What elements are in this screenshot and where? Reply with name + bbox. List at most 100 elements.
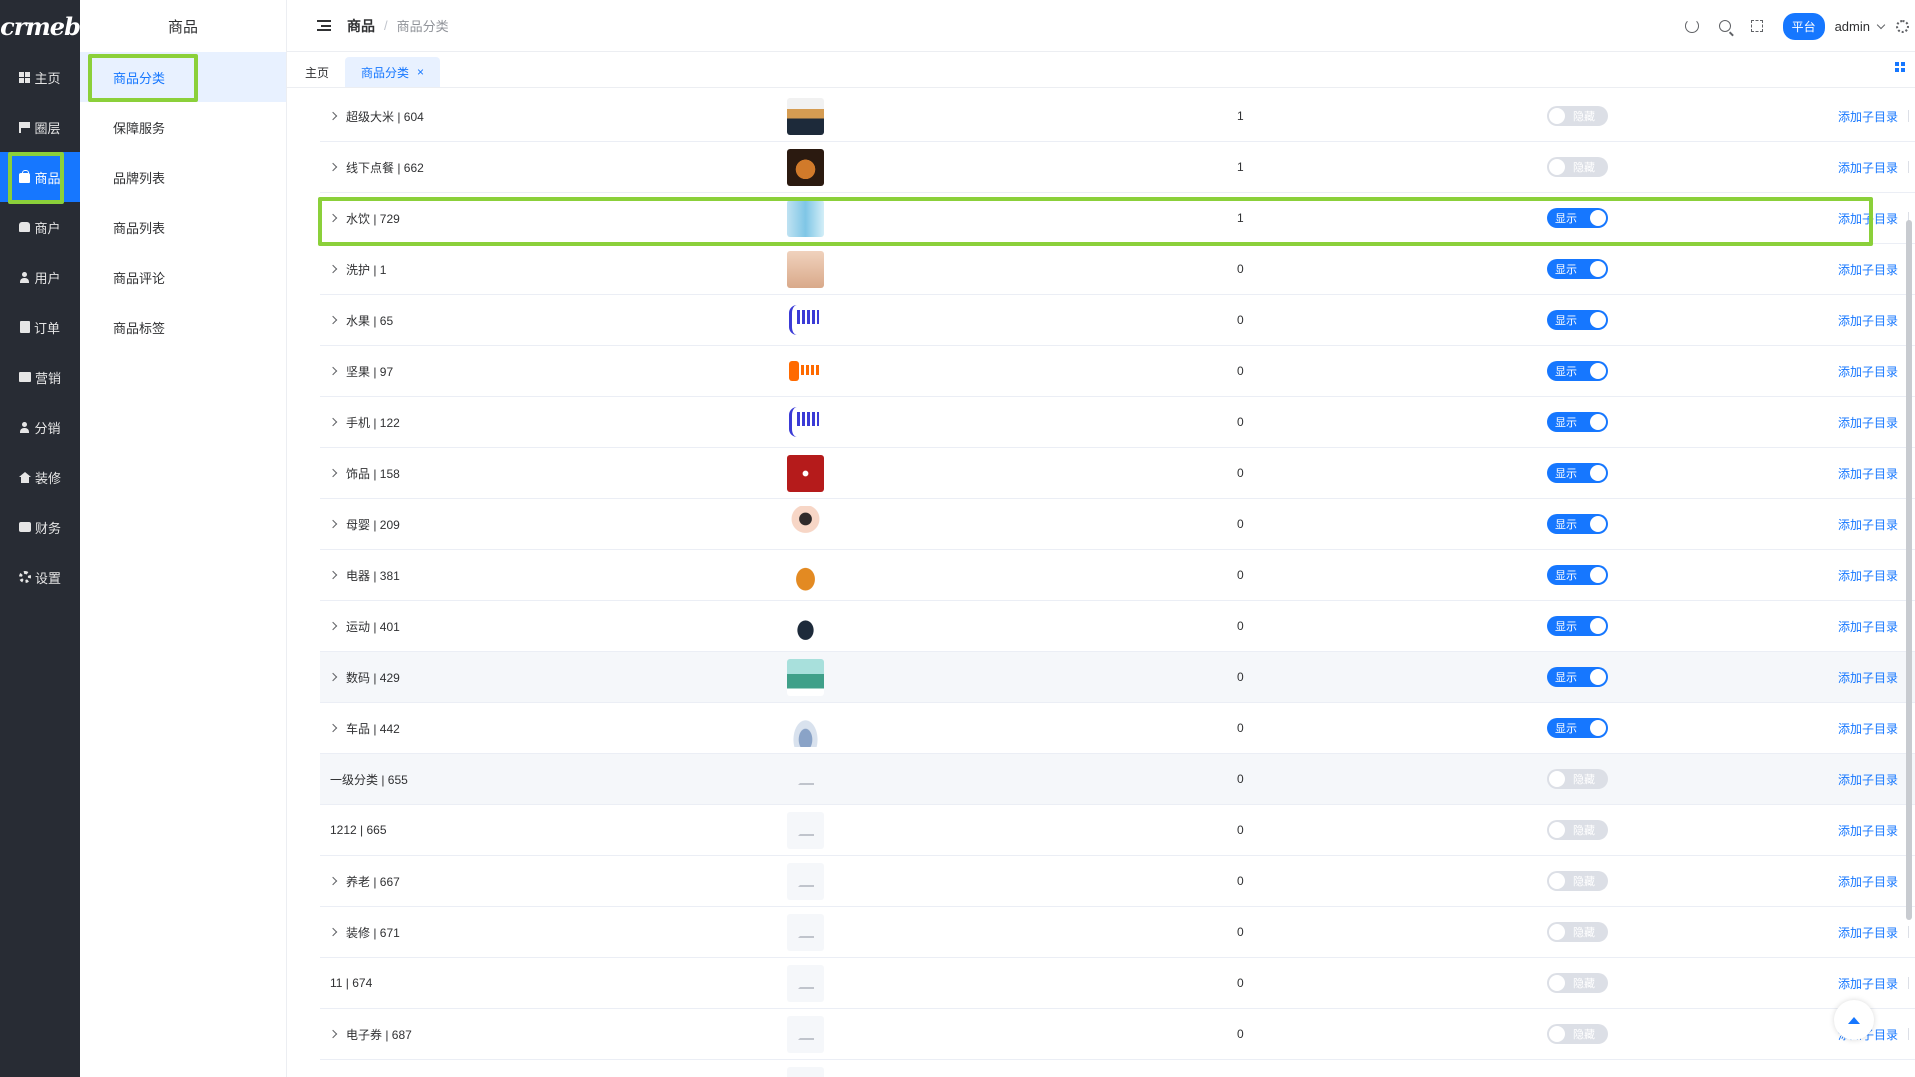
chevron-right-icon[interactable] xyxy=(320,417,346,427)
category-thumbnail[interactable] xyxy=(787,454,824,492)
status-switch[interactable]: 显示 xyxy=(1547,310,1608,330)
add-subcategory-link[interactable]: 添加子目录 xyxy=(1838,414,1898,431)
status-switch[interactable]: 隐藏 xyxy=(1547,973,1608,993)
add-subcategory-link[interactable]: 添加子目录 xyxy=(1838,618,1898,635)
table-row[interactable]: 11 | 674 0 隐藏 添加子目录编辑删除 xyxy=(320,958,1915,1009)
table-row[interactable]: 运动 | 401 0 显示 添加子目录编辑删除 xyxy=(320,601,1915,652)
add-subcategory-link[interactable]: 添加子目录 xyxy=(1838,465,1898,482)
category-thumbnail[interactable] xyxy=(787,148,824,186)
submenu-item-1[interactable]: 保障服务 xyxy=(80,102,286,152)
breadcrumb-parent[interactable]: 商品 xyxy=(347,16,375,36)
add-subcategory-link[interactable]: 添加子目录 xyxy=(1838,108,1898,125)
table-row[interactable]: 一级分类 | 655 0 隐藏 添加子目录编辑删除 xyxy=(320,754,1915,805)
table-row[interactable]: 车品 | 442 0 显示 添加子目录编辑删除 xyxy=(320,703,1915,754)
chevron-right-icon[interactable] xyxy=(320,213,346,223)
status-switch[interactable]: 显示 xyxy=(1547,463,1608,483)
table-row[interactable]: 线下点餐 | 662 1 隐藏 添加子目录编辑删除 xyxy=(320,142,1915,193)
scrollbar[interactable] xyxy=(1906,55,1912,1075)
submenu-item-5[interactable]: 商品标签 xyxy=(80,302,286,352)
category-thumbnail[interactable] xyxy=(787,199,824,237)
chevron-right-icon[interactable] xyxy=(320,315,346,325)
table-row[interactable]: 坚果 | 97 0 显示 添加子目录编辑删除 xyxy=(320,346,1915,397)
category-thumbnail[interactable] xyxy=(787,301,824,339)
submenu-item-4[interactable]: 商品评论 xyxy=(80,252,286,302)
status-switch[interactable]: 显示 xyxy=(1547,514,1608,534)
chevron-right-icon[interactable] xyxy=(320,927,346,937)
rail-item-4[interactable]: 用户 xyxy=(0,252,80,302)
table-row[interactable]: 母婴 | 209 0 显示 添加子目录编辑删除 xyxy=(320,499,1915,550)
rail-item-5[interactable]: 订单 xyxy=(0,302,80,352)
chevron-right-icon[interactable] xyxy=(320,468,346,478)
category-thumbnail[interactable] xyxy=(787,811,824,849)
submenu-item-2[interactable]: 品牌列表 xyxy=(80,152,286,202)
category-thumbnail[interactable] xyxy=(787,760,824,798)
status-switch[interactable]: 隐藏 xyxy=(1547,106,1608,126)
status-switch[interactable]: 显示 xyxy=(1547,361,1608,381)
rail-item-9[interactable]: 财务 xyxy=(0,502,80,552)
add-subcategory-link[interactable]: 添加子目录 xyxy=(1838,669,1898,686)
table-row[interactable]: 数码 | 429 0 显示 添加子目录编辑删除 xyxy=(320,652,1915,703)
platform-badge[interactable]: 平台 xyxy=(1782,12,1825,40)
table-row[interactable]: 洗护 | 1 0 显示 添加子目录编辑删除 xyxy=(320,244,1915,295)
add-subcategory-link[interactable]: 添加子目录 xyxy=(1838,312,1898,329)
add-subcategory-link[interactable]: 添加子目录 xyxy=(1838,210,1898,227)
category-thumbnail[interactable] xyxy=(787,97,824,135)
status-switch[interactable]: 隐藏 xyxy=(1547,157,1608,177)
chevron-right-icon[interactable] xyxy=(320,876,346,886)
category-thumbnail[interactable] xyxy=(787,658,824,696)
chevron-right-icon[interactable] xyxy=(320,111,346,121)
status-switch[interactable]: 显示 xyxy=(1547,565,1608,585)
submenu-item-0[interactable]: 商品分类 xyxy=(80,52,286,102)
category-thumbnail[interactable] xyxy=(787,862,824,900)
refresh-icon[interactable] xyxy=(1684,19,1699,33)
search-icon[interactable] xyxy=(1718,20,1731,32)
add-subcategory-link[interactable]: 添加子目录 xyxy=(1838,720,1898,737)
status-switch[interactable]: 显示 xyxy=(1547,616,1608,636)
status-switch[interactable]: 隐藏 xyxy=(1547,769,1608,789)
table-row[interactable]: 手机 | 122 0 显示 添加子目录编辑删除 xyxy=(320,397,1915,448)
table-row[interactable] xyxy=(320,1060,1915,1077)
table-row[interactable]: 养老 | 667 0 隐藏 添加子目录编辑删除 xyxy=(320,856,1915,907)
category-thumbnail[interactable] xyxy=(787,964,824,1002)
table-row[interactable]: 超级大米 | 604 1 隐藏 添加子目录编辑删除 xyxy=(320,91,1915,142)
add-subcategory-link[interactable]: 添加子目录 xyxy=(1838,924,1898,941)
table-row[interactable]: 电子券 | 6870隐藏添加子目录编辑删除 xyxy=(320,1009,1915,1060)
status-switch[interactable]: 显示 xyxy=(1547,208,1608,228)
category-thumbnail[interactable] xyxy=(787,352,824,390)
category-thumbnail[interactable] xyxy=(787,403,824,441)
category-thumbnail[interactable] xyxy=(787,250,824,288)
table-row[interactable]: 电器 | 381 0 显示 添加子目录编辑删除 xyxy=(320,550,1915,601)
status-switch[interactable]: 隐藏 xyxy=(1547,820,1608,840)
logo[interactable]: crmeb xyxy=(0,0,81,52)
fullscreen-icon[interactable] xyxy=(1750,20,1763,32)
chevron-right-icon[interactable] xyxy=(320,1029,346,1039)
chevron-right-icon[interactable] xyxy=(320,519,346,529)
chevron-right-icon[interactable] xyxy=(320,723,346,733)
table-row[interactable]: 1212 | 665 0 隐藏 添加子目录编辑删除 xyxy=(320,805,1915,856)
tab-product-category[interactable]: 商品分类 × xyxy=(345,57,441,87)
chevron-right-icon[interactable] xyxy=(320,162,346,172)
status-switch[interactable]: 显示 xyxy=(1547,259,1608,279)
chevron-right-icon[interactable] xyxy=(320,672,346,682)
rail-item-2[interactable]: 商品 xyxy=(0,152,80,202)
status-switch[interactable]: 隐藏 xyxy=(1547,1024,1608,1044)
add-subcategory-link[interactable]: 添加子目录 xyxy=(1838,159,1898,176)
category-thumbnail[interactable] xyxy=(787,1015,824,1053)
rail-item-7[interactable]: 分销 xyxy=(0,402,80,452)
add-subcategory-link[interactable]: 添加子目录 xyxy=(1838,363,1898,380)
add-subcategory-link[interactable]: 添加子目录 xyxy=(1838,822,1898,839)
tab-home[interactable]: 主页 xyxy=(289,57,345,87)
collapse-menu-icon[interactable] xyxy=(317,20,331,31)
chevron-down-icon[interactable] xyxy=(1876,20,1886,29)
rail-item-8[interactable]: 装修 xyxy=(0,452,80,502)
scrollbar-thumb[interactable] xyxy=(1906,220,1912,920)
status-switch[interactable]: 显示 xyxy=(1547,667,1608,687)
category-thumbnail[interactable] xyxy=(787,913,824,951)
back-to-top-button[interactable] xyxy=(1834,1000,1874,1040)
status-switch[interactable]: 显示 xyxy=(1547,718,1608,738)
chevron-right-icon[interactable] xyxy=(320,264,346,274)
add-subcategory-link[interactable]: 添加子目录 xyxy=(1838,873,1898,890)
table-row[interactable]: 水果 | 65 0 显示 添加子目录编辑删除 xyxy=(320,295,1915,346)
category-thumbnail[interactable] xyxy=(787,709,824,747)
category-thumbnail[interactable] xyxy=(787,607,824,645)
